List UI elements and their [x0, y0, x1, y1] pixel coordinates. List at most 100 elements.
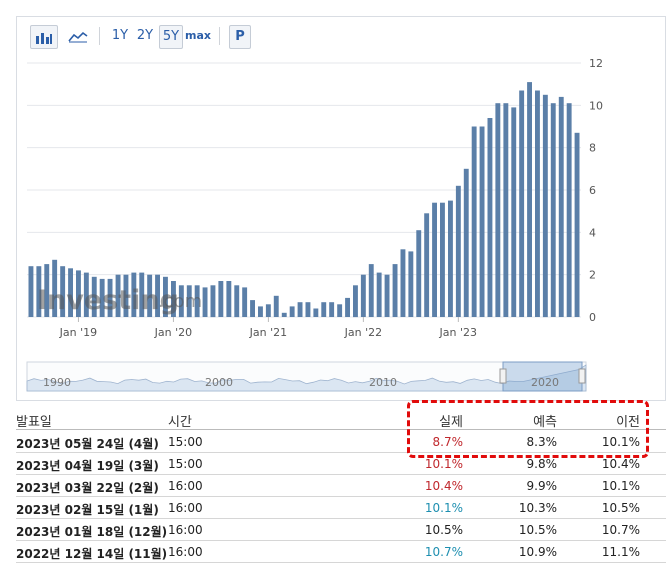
bar[interactable]: [384, 274, 390, 317]
bars: [28, 82, 580, 318]
header-previous: 이전: [616, 415, 640, 430]
bar[interactable]: [440, 202, 445, 317]
table-row: 2023년 03월 22일 (2월) 16:00 10.4% 9.9% 10.1%: [16, 475, 666, 497]
bar[interactable]: [250, 300, 255, 317]
bar[interactable]: [400, 249, 406, 317]
row-previous: 10.1%: [601, 435, 640, 449]
bar[interactable]: [432, 202, 437, 317]
table-header: 발표일 시간 실제 예측 이전: [16, 408, 666, 430]
bar[interactable]: [416, 230, 422, 317]
navigator-year-label: 2020: [531, 376, 559, 389]
bar[interactable]: [242, 287, 248, 317]
x-tick-label: Jan '22: [344, 326, 382, 339]
y-tick-label: 8: [589, 142, 596, 155]
bar[interactable]: [558, 96, 564, 318]
bar[interactable]: [542, 94, 548, 318]
bar[interactable]: [305, 302, 311, 317]
bar[interactable]: [487, 118, 493, 317]
bar[interactable]: [313, 308, 319, 318]
bar[interactable]: [360, 274, 366, 317]
row-actual: 8.7%: [432, 435, 464, 449]
table-row: 2023년 01월 18일 (12월) 16:00 10.5% 10.5% 10.7%: [16, 519, 666, 541]
row-time: 16:00: [168, 479, 203, 493]
row-date: 2022년 12월 14일 (11월): [16, 547, 168, 561]
bar[interactable]: [329, 302, 335, 317]
bar[interactable]: [210, 285, 216, 318]
bar[interactable]: [345, 297, 350, 317]
row-previous: 10.1%: [601, 479, 640, 493]
range-navigator[interactable]: 1990 2000 2010 2020: [26, 361, 587, 392]
y-tick-label: 0: [589, 311, 596, 324]
x-tick-label: Jan '19: [59, 326, 97, 339]
bar[interactable]: [289, 306, 295, 317]
row-actual: 10.1%: [424, 501, 463, 515]
bar[interactable]: [463, 168, 469, 317]
bar[interactable]: [258, 306, 263, 317]
bar[interactable]: [566, 103, 572, 317]
navigator-year-label: 2010: [369, 376, 397, 389]
row-actual: 10.1%: [424, 457, 463, 471]
navigator-year-label: 2000: [205, 376, 233, 389]
bar[interactable]: [226, 281, 232, 317]
bar[interactable]: [424, 213, 430, 317]
bar[interactable]: [519, 90, 525, 318]
row-date: 2023년 03월 22일 (2월): [16, 481, 159, 495]
bar[interactable]: [28, 266, 34, 317]
bar[interactable]: [471, 126, 477, 318]
bar-chart: 024681012 Jan '19 Jan '20 Jan '21 Jan '22 Ja…: [26, 57, 603, 392]
x-tick-label: Jan '21: [249, 326, 287, 339]
row-date: 2023년 05월 24일 (4월): [16, 437, 159, 451]
table-row: 2023년 05월 24일 (4월) 15:00 8.7% 8.3% 10.1%: [16, 431, 666, 453]
bar[interactable]: [368, 264, 374, 317]
navigator-right-handle[interactable]: [578, 368, 586, 384]
bar[interactable]: [495, 103, 501, 317]
watermark-suffix: .com: [158, 291, 202, 312]
bar[interactable]: [392, 264, 398, 317]
row-actual: 10.5%: [424, 523, 463, 537]
row-actual: 10.4%: [424, 479, 463, 493]
row-date: 2023년 04월 19일 (3월): [16, 459, 159, 473]
bar[interactable]: [281, 312, 287, 317]
bar[interactable]: [527, 82, 532, 317]
bar[interactable]: [321, 302, 327, 317]
bar[interactable]: [337, 304, 343, 317]
chart-panel: 1Y 2Y 5Y max P 0 2 4 6 8 10 12 Jan '19 Jan '20 J…: [16, 16, 666, 401]
bar[interactable]: [455, 185, 461, 317]
header-time: 시간: [168, 415, 192, 430]
y-tick-label: 4: [589, 226, 596, 239]
table-row: 2022년 12월 14일 (11월) 16:00 10.7% 10.9% 11.1%: [16, 541, 666, 563]
bar[interactable]: [550, 103, 556, 317]
row-time: 15:00: [168, 435, 203, 449]
row-time: 15:00: [168, 457, 203, 471]
bar[interactable]: [234, 285, 240, 318]
bar[interactable]: [479, 126, 485, 318]
header-date: 발표일: [16, 415, 52, 430]
row-time: 16:00: [168, 545, 203, 559]
bar[interactable]: [535, 90, 540, 318]
bar[interactable]: [511, 107, 517, 318]
bar[interactable]: [503, 103, 509, 317]
y-tick-label: 10: [589, 99, 603, 112]
bar[interactable]: [376, 272, 382, 317]
bar[interactable]: [574, 132, 580, 317]
table-row: 2023년 02월 15일 (1월) 16:00 10.1% 10.3% 10.5%: [16, 497, 666, 519]
bar[interactable]: [273, 295, 279, 317]
bar[interactable]: [448, 200, 453, 317]
row-date: 2023년 01월 18일 (12월): [16, 525, 168, 539]
row-previous: 11.1%: [601, 545, 640, 559]
bar[interactable]: [297, 302, 303, 317]
bar[interactable]: [218, 281, 224, 317]
row-forecast: 10.3%: [518, 501, 557, 515]
header-actual: 실제: [439, 415, 463, 430]
row-forecast: 8.3%: [526, 435, 558, 449]
bar[interactable]: [353, 285, 358, 318]
bar[interactable]: [265, 304, 271, 317]
bar[interactable]: [408, 251, 414, 317]
x-tick-label: Jan '23: [439, 326, 477, 339]
investing-watermark: Investing .com: [37, 285, 202, 316]
bar[interactable]: [202, 287, 208, 317]
row-forecast: 9.8%: [526, 457, 558, 471]
row-actual: 10.7%: [424, 545, 463, 559]
navigator-left-handle[interactable]: [499, 368, 507, 384]
row-previous: 10.5%: [601, 501, 640, 515]
